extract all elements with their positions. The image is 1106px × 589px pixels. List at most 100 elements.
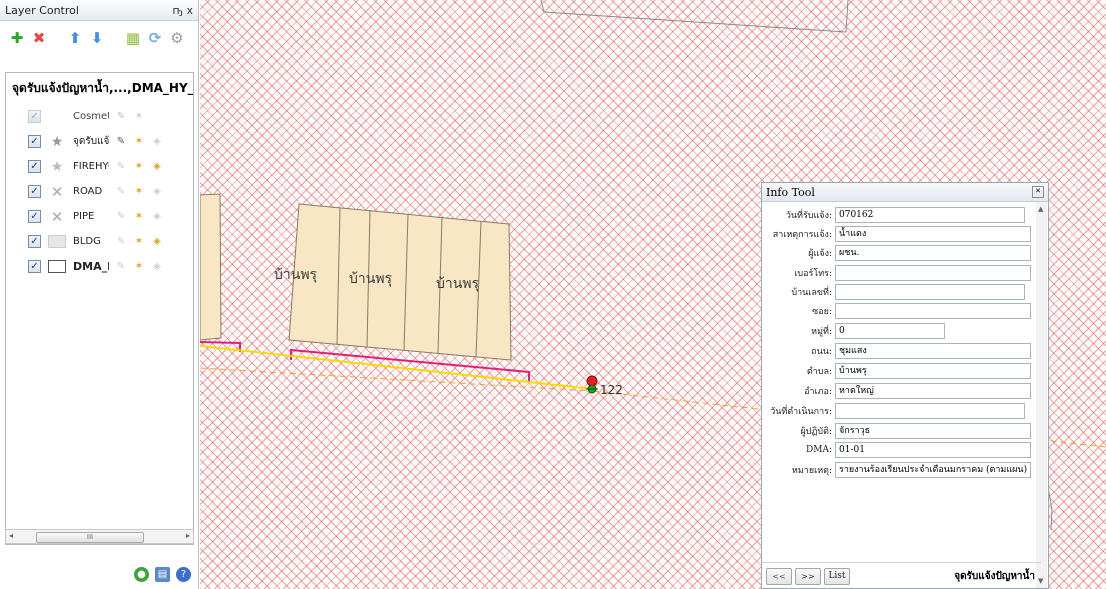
field-value[interactable]: 01-01 bbox=[835, 442, 1031, 458]
layer-tree-scrollbar[interactable]: ◂ III ▸ bbox=[5, 529, 194, 544]
layer-row-pipe[interactable]: ✓ ✕ PIPE ✎ ✶ ◈ bbox=[6, 204, 193, 229]
building-label: บ้านพรุ bbox=[274, 267, 318, 283]
layer-checkbox[interactable]: ✓ bbox=[28, 185, 41, 198]
tag-icon[interactable]: ◈ bbox=[151, 136, 163, 148]
edit-icon[interactable]: ✎ bbox=[115, 161, 127, 173]
layer-row-bldg[interactable]: ✓ BLDG ✎ ✶ ◈ bbox=[6, 229, 193, 254]
field-label: อำเภอ: bbox=[804, 387, 832, 397]
sparkle-icon[interactable]: ✶ bbox=[133, 211, 145, 223]
field-phone: เบอร์โทร: bbox=[762, 265, 1031, 281]
layer-row-dma[interactable]: ✓ DMA_H ✎ ✶ ◈ bbox=[6, 254, 193, 279]
edit-icon[interactable]: ✎ bbox=[115, 136, 127, 148]
edit-icon[interactable]: ✎ bbox=[115, 111, 127, 123]
field-label: เบอร์โทร: bbox=[794, 269, 832, 279]
field-operator: ผู้ปฏิบัติ: จักราวุธ bbox=[762, 423, 1031, 439]
sparkle-icon[interactable]: ✶ bbox=[133, 261, 145, 273]
tag-icon[interactable]: ◈ bbox=[151, 236, 163, 248]
cosmetic-layer-icon bbox=[47, 109, 67, 125]
field-value[interactable]: หาดใหญ่ bbox=[835, 383, 1031, 399]
field-label: ตำบล: bbox=[806, 367, 832, 377]
field-value[interactable]: ชุมแสง bbox=[835, 343, 1031, 359]
next-record-button[interactable]: >> bbox=[795, 567, 821, 585]
layer-panel-footer: ● ▤ ? bbox=[134, 567, 191, 582]
layer-checkbox[interactable]: ✓ bbox=[28, 235, 41, 248]
info-tool-fields: วันที่รับแจ้ง: 070162 สาเหตุการแจ้ง: น้ำ… bbox=[762, 202, 1037, 562]
field-value[interactable]: 0 bbox=[835, 323, 945, 339]
move-down-icon[interactable]: ⬇ bbox=[88, 29, 106, 47]
layer-checkbox[interactable]: ✓ bbox=[28, 110, 41, 123]
sparkle-icon[interactable]: ✶ bbox=[133, 186, 145, 198]
field-value[interactable]: 070162 bbox=[835, 207, 1025, 223]
scroll-up-icon[interactable]: ▲ bbox=[1038, 205, 1043, 213]
field-value[interactable]: ผชน. bbox=[835, 245, 1031, 261]
add-layer-icon[interactable]: ✚ bbox=[8, 29, 26, 47]
sparkle-icon[interactable]: ✶ bbox=[133, 111, 145, 123]
field-amphoe: อำเภอ: หาดใหญ่ bbox=[762, 383, 1031, 399]
field-label: หมู่ที่: bbox=[811, 327, 832, 337]
prev-record-button[interactable]: << bbox=[766, 567, 792, 585]
info-tool-footer: << >> List จุดรับแจ้งปัญหาน้ำ bbox=[762, 562, 1041, 589]
field-label: สาเหตุการแจ้ง: bbox=[772, 230, 832, 240]
scroll-thumb[interactable]: III bbox=[36, 532, 144, 543]
layer-checkbox[interactable]: ✓ bbox=[28, 160, 41, 173]
building-label: บ้านพรุ bbox=[436, 276, 480, 292]
close-icon[interactable]: x bbox=[186, 4, 193, 17]
layer-row-road[interactable]: ✓ ✕ ROAD ✎ ✶ ◈ bbox=[6, 179, 193, 204]
polygon-outline-icon bbox=[47, 259, 67, 275]
layer-group-title[interactable]: จุดรับแจ้งปัญหาน้ำ,...,DMA_HY_5 I bbox=[6, 73, 193, 104]
edit-icon[interactable]: ✎ bbox=[115, 211, 127, 223]
layer-checkbox[interactable]: ✓ bbox=[28, 210, 41, 223]
field-label: ผู้แจ้ง: bbox=[808, 249, 832, 259]
settings-icon[interactable]: ⚙ bbox=[168, 29, 186, 47]
layer-checkbox[interactable]: ✓ bbox=[28, 135, 41, 148]
layer-name: FIREHYC bbox=[73, 161, 109, 172]
field-value[interactable] bbox=[835, 303, 1031, 319]
field-cause: สาเหตุการแจ้ง: น้ำแดง bbox=[762, 226, 1031, 242]
field-value[interactable] bbox=[835, 284, 1025, 300]
building-label: บ้านพรุ bbox=[349, 271, 393, 287]
tag-icon[interactable]: ◈ bbox=[151, 261, 163, 273]
list-button[interactable]: List bbox=[824, 567, 850, 585]
layer-row-firehydrant[interactable]: ✓ ★ FIREHYC ✎ ✶ ◈ bbox=[6, 154, 193, 179]
info-tool-scrollbar[interactable]: ▲ ▼ bbox=[1036, 202, 1047, 588]
edit-icon[interactable]: ✎ bbox=[115, 261, 127, 273]
apply-icon[interactable]: ● bbox=[134, 567, 149, 582]
layer-tree: จุดรับแจ้งปัญหาน้ำ,...,DMA_HY_5 I ✓ Cosm… bbox=[5, 72, 194, 545]
tag-icon[interactable]: ◈ bbox=[151, 211, 163, 223]
edit-icon[interactable]: ✎ bbox=[115, 236, 127, 248]
pipe-dashed-1 bbox=[200, 367, 594, 392]
refresh-icon[interactable]: ⟳ bbox=[146, 29, 164, 47]
tag-icon[interactable]: ◈ bbox=[151, 186, 163, 198]
field-value[interactable]: จักราวุธ bbox=[835, 423, 1031, 439]
sparkle-icon[interactable]: ✶ bbox=[133, 236, 145, 248]
line-symbol-icon: ✕ bbox=[50, 182, 64, 201]
sparkle-icon[interactable]: ✶ bbox=[133, 161, 145, 173]
field-value[interactable]: บ้านพรุ bbox=[835, 363, 1031, 379]
field-value[interactable]: น้ำแดง bbox=[835, 226, 1031, 242]
pin-icon[interactable]: ҧ bbox=[172, 4, 182, 17]
close-icon[interactable]: ✕ bbox=[1032, 186, 1044, 198]
sparkle-icon[interactable]: ✶ bbox=[133, 136, 145, 148]
layer-row-complaint[interactable]: ✓ ★ จุดรับแจ้ ✎ ✶ ◈ bbox=[6, 129, 193, 154]
line-symbol-icon: ✕ bbox=[50, 207, 64, 226]
info-tool-title: Info Tool bbox=[766, 185, 815, 199]
scroll-right-icon[interactable]: ▸ bbox=[186, 531, 190, 540]
layer-props-icon[interactable]: ▦ bbox=[124, 29, 142, 47]
edit-icon[interactable]: ✎ bbox=[115, 186, 127, 198]
field-value[interactable]: รายงานร้องเรียนประจำเดือนมกราคม (ตามแผน) bbox=[835, 462, 1031, 478]
layer-toolbar: ✚ ✖ ⬆ ⬇ ▦ ⟳ ⚙ bbox=[0, 21, 198, 55]
field-label: วันที่รับแจ้ง: bbox=[785, 211, 832, 221]
layer-checkbox[interactable]: ✓ bbox=[28, 260, 41, 273]
tag-icon[interactable]: ◈ bbox=[151, 161, 163, 173]
move-up-icon[interactable]: ⬆ bbox=[66, 29, 84, 47]
field-value[interactable] bbox=[835, 265, 1031, 281]
scroll-left-icon[interactable]: ◂ bbox=[9, 531, 13, 540]
field-value[interactable] bbox=[835, 403, 1025, 419]
remove-layer-icon[interactable]: ✖ bbox=[30, 29, 48, 47]
help-icon[interactable]: ? bbox=[176, 567, 191, 582]
field-soi: ซอย: bbox=[762, 303, 1031, 319]
layer-row-cosmetic[interactable]: ✓ Cosmeti ✎ ✶ bbox=[6, 104, 193, 129]
layer-name: PIPE bbox=[73, 211, 95, 222]
pipe-main bbox=[200, 345, 594, 390]
export-icon[interactable]: ▤ bbox=[155, 567, 170, 582]
